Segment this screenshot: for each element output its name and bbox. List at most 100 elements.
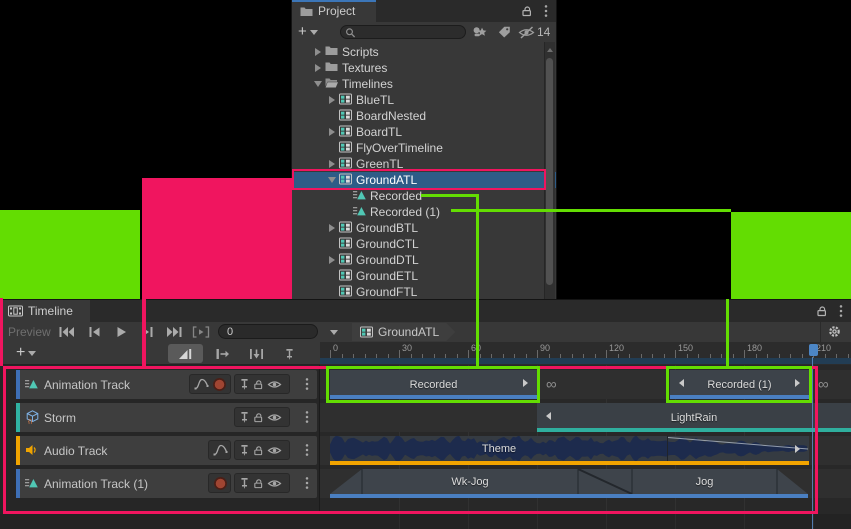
collapse-arrow-icon[interactable] [328,177,336,187]
tree-item-groundftl[interactable]: GroundFTL [292,284,556,300]
curves-button[interactable] [194,378,209,390]
tree-item-label: Recorded [370,189,422,203]
lock-icon[interactable] [521,5,533,17]
search-by-type-icon[interactable] [472,25,487,38]
expand-arrow-slot [326,160,338,168]
track-color-stripe [16,436,20,465]
track-name: Animation Track [44,370,130,399]
tree-item-label: Timelines [342,77,393,91]
track-color-stripe [16,469,20,498]
tree-item-boardnested[interactable]: BoardNested [292,108,556,124]
track-extra-buttons [208,440,231,460]
tree-item-boardtl[interactable]: BoardTL [292,124,556,140]
search-input[interactable] [356,26,460,39]
pin-button[interactable] [239,411,250,423]
expand-arrow-slot [326,128,338,136]
timeline-asset-icon [338,157,353,172]
tree-item-scripts[interactable]: Scripts [292,44,556,60]
collapse-arrow-icon[interactable] [314,81,322,91]
track-header-storm[interactable]: {}Storm [16,403,317,432]
create-asset-button[interactable]: + [298,24,318,40]
extrapolation-infinity-icon: ∞ [818,377,829,393]
curves-button[interactable] [213,444,228,456]
scrollbar-thumb[interactable] [546,58,553,285]
tree-item-timelines[interactable]: Timelines [292,76,556,92]
hidden-count: 14 [537,25,550,39]
tree-item-textures[interactable]: Textures [292,60,556,76]
clip-recorded[interactable]: Recorded [330,370,537,399]
search-bar[interactable] [340,25,466,39]
tree-item-greentl[interactable]: GreenTL [292,156,556,172]
tree-item-groundctl[interactable]: GroundCTL [292,236,556,252]
animation-track-icon [25,377,38,395]
hidden-items-icon[interactable] [518,26,535,39]
track-menu-icon[interactable] [305,443,309,457]
track-menu-icon[interactable] [305,476,309,490]
pin-button[interactable] [239,378,250,390]
expand-arrow-slot [326,96,338,104]
annotation-green-block-right [731,212,851,299]
visibility-button[interactable] [267,478,282,489]
project-toolbar: + 14 [292,22,556,43]
visibility-button[interactable] [267,412,282,423]
tree-item-flyovertimeline[interactable]: FlyOverTimeline [292,140,556,156]
expand-arrow-slot [326,174,338,187]
track-header-audio-track[interactable]: Audio Track [16,436,317,465]
clip-recorded-1[interactable]: Recorded (1) [670,370,809,399]
folder-icon [324,77,339,91]
clip-stripe [537,428,851,432]
clip-label: Jog [632,469,777,494]
timeline-asset-icon [338,173,353,188]
tree-item-groundbtl[interactable]: GroundBTL [292,220,556,236]
folder-icon [300,6,313,17]
track-header-animation-track[interactable]: Animation Track [16,370,317,399]
record-button[interactable] [213,476,228,491]
search-by-label-icon[interactable] [498,26,511,38]
tree-item-label: GroundATL [356,173,417,187]
project-tree: ScriptsTextures Timelines BlueTL BoardNeste… [292,42,556,300]
pin-button[interactable] [239,444,250,456]
tree-item-bluetl[interactable]: BlueTL [292,92,556,108]
visibility-button[interactable] [267,379,282,390]
expand-arrow-slot [312,48,324,56]
clip-group-animation-1[interactable]: Wk-JogJog [330,469,808,498]
clip-lightrain[interactable]: LightRain [537,403,851,432]
track-name: Animation Track (1) [44,469,148,498]
tree-item-groundatl[interactable]: GroundATL [292,172,556,188]
tree-item-groundetl[interactable]: GroundETL [292,268,556,284]
visibility-button[interactable] [267,445,282,456]
timeline-asset-icon [338,125,353,140]
record-button[interactable] [212,377,227,392]
clip-stripe [330,395,537,399]
tree-item-label: BlueTL [356,93,394,107]
clip-theme[interactable]: Theme [330,436,809,465]
track-extra-buttons [208,473,231,493]
lock-button[interactable] [253,379,264,390]
track-menu-icon[interactable] [305,377,309,391]
scroll-up-arrow-icon[interactable] [547,45,553,52]
timeline-asset-icon [338,285,353,300]
playhead-line[interactable] [812,357,813,529]
timeline-asset-icon [338,93,353,108]
lock-button[interactable] [253,412,264,423]
tree-item-label: GroundFTL [356,285,417,299]
tab-project[interactable]: Project [292,0,376,22]
annotation-green-block-left [0,210,140,299]
track-layer: Animation Track {}Storm Audio Track Animati… [0,300,851,529]
kebab-menu-icon[interactable] [544,4,548,18]
pin-button[interactable] [239,477,250,489]
tree-item-label: Textures [342,61,387,75]
track-header-animation-track-1-[interactable]: Animation Track (1) [16,469,317,498]
plus-icon: + [298,25,307,39]
tree-item-recorded-1-[interactable]: Recorded (1) [292,204,556,220]
animation-clip-icon [352,189,367,204]
expand-arrow-slot [312,78,324,91]
tree-item-recorded[interactable]: Recorded [292,188,556,204]
clip-label: LightRain [671,412,717,424]
tree-item-grounddtl[interactable]: GroundDTL [292,252,556,268]
project-scrollbar[interactable] [544,42,555,299]
lock-button[interactable] [253,445,264,456]
track-menu-icon[interactable] [305,410,309,424]
tree-item-label: BoardNested [356,109,426,123]
lock-button[interactable] [253,478,264,489]
